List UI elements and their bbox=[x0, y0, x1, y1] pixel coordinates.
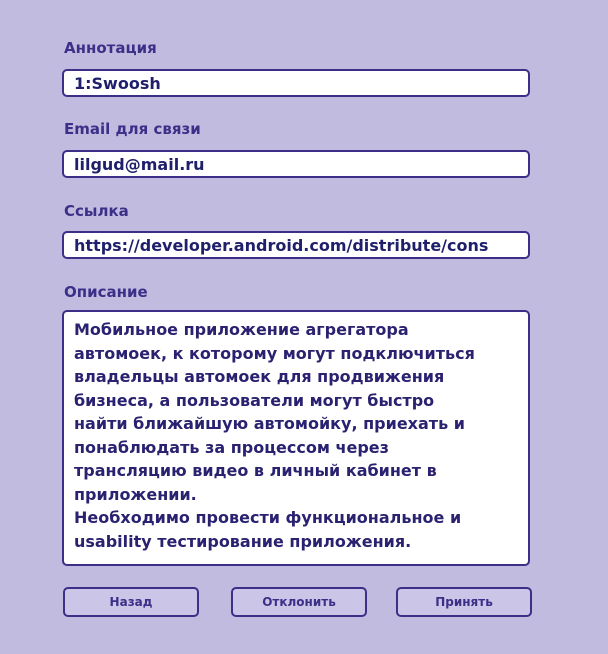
annotation-label: Аннотация bbox=[64, 39, 157, 57]
accept-button[interactable]: Принять bbox=[396, 587, 532, 617]
description-label: Описание bbox=[64, 283, 148, 301]
email-label: Email для связи bbox=[64, 120, 201, 138]
annotation-field[interactable]: 1:Swoosh bbox=[62, 69, 530, 97]
back-button[interactable]: Назад bbox=[63, 587, 199, 617]
link-label: Ссылка bbox=[64, 202, 129, 220]
link-field[interactable]: https://developer.android.com/distribute… bbox=[62, 231, 530, 259]
description-textarea[interactable]: Мобильное приложение агрегатора автомоек… bbox=[62, 310, 530, 566]
reject-button[interactable]: Отклонить bbox=[231, 587, 367, 617]
email-field[interactable]: lilgud@mail.ru bbox=[62, 150, 530, 178]
